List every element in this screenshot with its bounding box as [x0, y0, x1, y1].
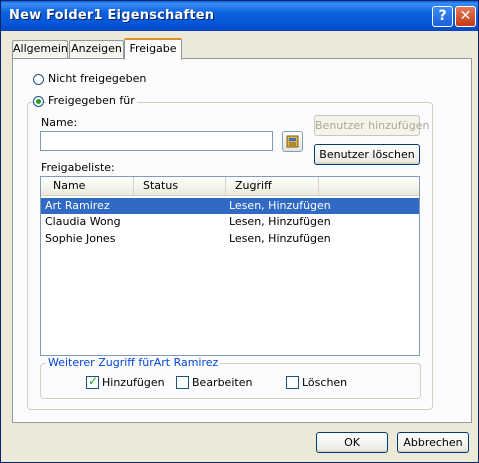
tab-freigabe[interactable]: Freigabe [124, 38, 182, 60]
row-name: Claudia Wong [45, 215, 121, 228]
window-title: New Folder1 Eigenschaften [9, 8, 215, 23]
close-button[interactable]: ✕ [455, 6, 476, 27]
checkbox-delete[interactable] [286, 376, 299, 389]
column-header-status[interactable]: Status [134, 177, 226, 195]
list-header: Name Status Zugriff [41, 177, 419, 196]
table-row[interactable]: Sophie Jones Lesen, Hinzufügen [41, 231, 419, 247]
checkbox-add-label[interactable]: Hinzufügen [102, 376, 165, 389]
tab-anzeigen[interactable]: Anzeigen [69, 40, 124, 58]
row-access: Lesen, Hinzufügen [229, 232, 331, 245]
name-input[interactable] [40, 131, 273, 151]
properties-dialog: New Folder1 Eigenschaften ? ✕ Allgemein … [0, 0, 479, 463]
further-access-legend: Weiterer Zugriff fürArt Ramirez [46, 356, 221, 369]
cancel-button[interactable]: Abbrechen [397, 432, 469, 453]
radio-not-shared-label[interactable]: Nicht freigegeben [48, 72, 146, 85]
checkmark-icon: ✓ [88, 374, 99, 388]
help-button[interactable]: ? [432, 6, 453, 27]
tab-allgemein[interactable]: Allgemein [12, 40, 68, 58]
ok-button[interactable]: OK [316, 432, 388, 453]
radio-not-shared[interactable] [33, 74, 44, 85]
checkbox-edit[interactable] [176, 376, 189, 389]
checkbox-add[interactable]: ✓ [86, 374, 99, 389]
name-label: Name: [41, 116, 78, 129]
row-access: Lesen, Hinzufügen [229, 199, 331, 212]
radio-selected-dot [36, 99, 41, 104]
checkbox-delete-label[interactable]: Löschen [302, 376, 347, 389]
row-name: Sophie Jones [45, 232, 116, 245]
table-row[interactable]: Art Ramirez Lesen, Hinzufügen [41, 198, 419, 214]
checkbox-edit-label[interactable]: Bearbeiten [192, 376, 252, 389]
radio-shared-for-label[interactable]: Freigegeben für [46, 94, 137, 107]
column-header-access[interactable]: Zugriff [226, 177, 319, 195]
address-book-icon [286, 135, 299, 148]
row-name: Art Ramirez [45, 199, 110, 212]
radio-shared-for[interactable] [33, 96, 44, 107]
title-bar[interactable]: New Folder1 Eigenschaften ? ✕ [1, 1, 478, 31]
share-list[interactable]: Name Status Zugriff Art Ramirez Lesen, H… [40, 176, 420, 356]
table-row[interactable]: Claudia Wong Lesen, Hinzufügen [41, 214, 419, 230]
delete-user-button[interactable]: Benutzer löschen [314, 144, 420, 165]
address-book-button[interactable] [282, 131, 303, 152]
add-user-button[interactable]: Benutzer hinzufügen [314, 115, 429, 136]
column-header-name[interactable]: Name [41, 177, 134, 195]
share-list-label: Freigabeliste: [41, 161, 115, 174]
row-access: Lesen, Hinzufügen [229, 215, 331, 228]
